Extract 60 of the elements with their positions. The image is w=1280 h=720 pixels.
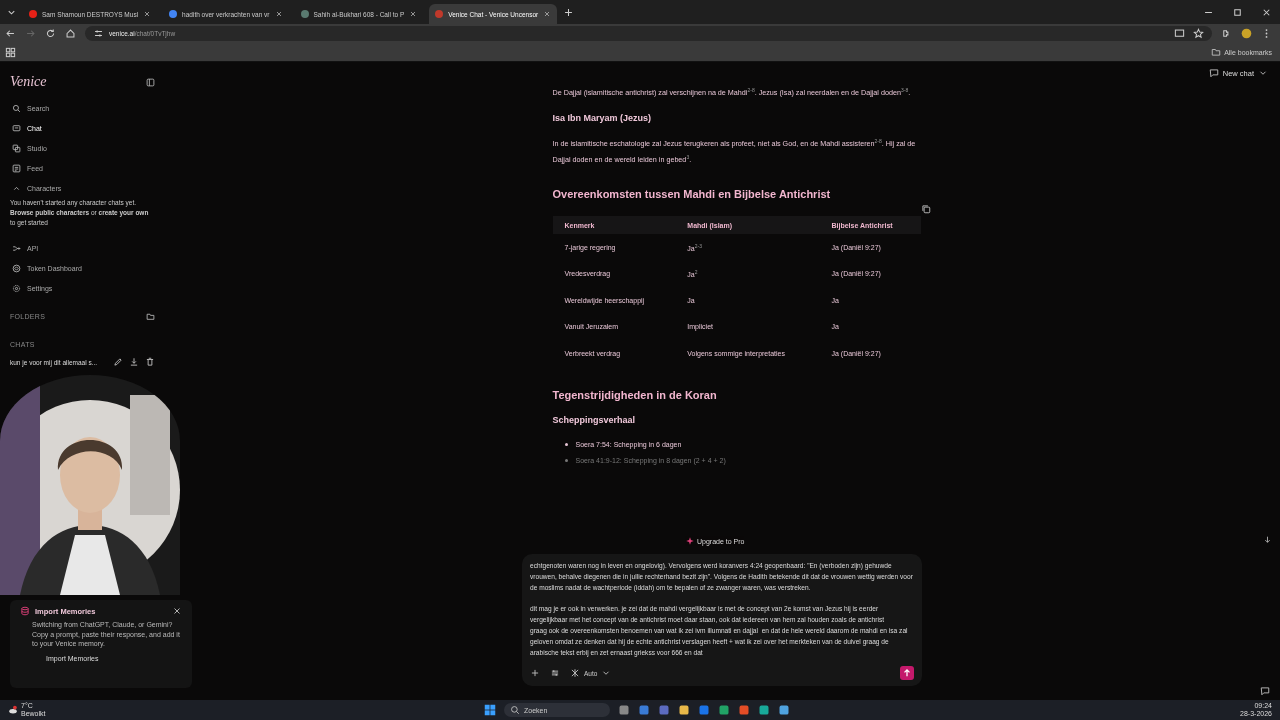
bullet-icon <box>564 459 568 463</box>
copy-icon <box>920 204 931 215</box>
plus-icon <box>530 668 540 678</box>
database-icon <box>20 606 30 616</box>
search-icon <box>12 103 21 113</box>
folder-icon <box>1211 47 1222 57</box>
sidebar-toggle-icon <box>146 77 155 87</box>
send-button[interactable] <box>900 666 914 680</box>
message-composer[interactable] <box>522 554 922 686</box>
feed-icon <box>12 163 21 173</box>
forward-icon <box>25 28 36 39</box>
subheading: Scheppingsverhaal <box>552 414 637 425</box>
download-icon <box>129 357 139 367</box>
pencil-icon <box>113 357 123 367</box>
close-icon <box>543 10 552 18</box>
token-icon <box>12 263 21 273</box>
close-icon <box>409 10 418 18</box>
app-icon <box>678 704 690 716</box>
close-icon <box>274 10 283 18</box>
api-icon <box>12 243 21 253</box>
cloud-icon <box>8 705 18 715</box>
apps-icon <box>5 46 16 58</box>
close-icon <box>143 10 152 18</box>
chat-icon <box>12 123 21 133</box>
new-tab-icon <box>563 6 575 18</box>
app-icon <box>698 704 710 716</box>
chat-bubble-icon <box>1208 68 1219 78</box>
back-icon <box>5 28 16 39</box>
maximize-icon <box>1232 6 1243 18</box>
site-info-icon <box>93 28 104 39</box>
arrow-up-icon <box>902 668 912 678</box>
star-icon <box>1193 28 1204 39</box>
windows-icon <box>484 704 496 716</box>
app-icon <box>638 704 650 716</box>
close-icon <box>172 606 182 616</box>
section-heading: Overeenkomsten tussen Mahdi en Bijbelse Antichrist <box>552 188 832 201</box>
trash-icon <box>145 357 155 367</box>
reload-icon <box>45 28 56 39</box>
app-icon <box>658 704 670 716</box>
image-stack-icon <box>12 143 21 153</box>
settings-icon <box>12 283 21 293</box>
sliders-icon <box>550 668 560 678</box>
new-folder-icon <box>146 311 155 321</box>
app-icon <box>618 704 630 716</box>
app-icon <box>718 704 730 716</box>
sparkle-icon <box>685 536 695 546</box>
bullet-icon <box>564 443 568 447</box>
venice-logo[interactable]: Venice <box>10 74 47 90</box>
model-icon <box>570 668 580 678</box>
app-icon <box>778 704 790 716</box>
section-heading: Tegenstrijdigheden in de Koran <box>552 388 718 401</box>
app-icon <box>758 704 770 716</box>
app-icon <box>738 704 750 716</box>
subheading: Isa Ibn Maryam (Jezus) <box>552 113 653 124</box>
feedback-icon <box>1260 686 1270 696</box>
home-icon <box>65 28 76 39</box>
avatar-icon <box>1241 28 1252 39</box>
scroll-down-icon <box>1263 535 1272 544</box>
install-icon <box>1174 28 1185 39</box>
extensions-icon <box>1221 28 1232 39</box>
